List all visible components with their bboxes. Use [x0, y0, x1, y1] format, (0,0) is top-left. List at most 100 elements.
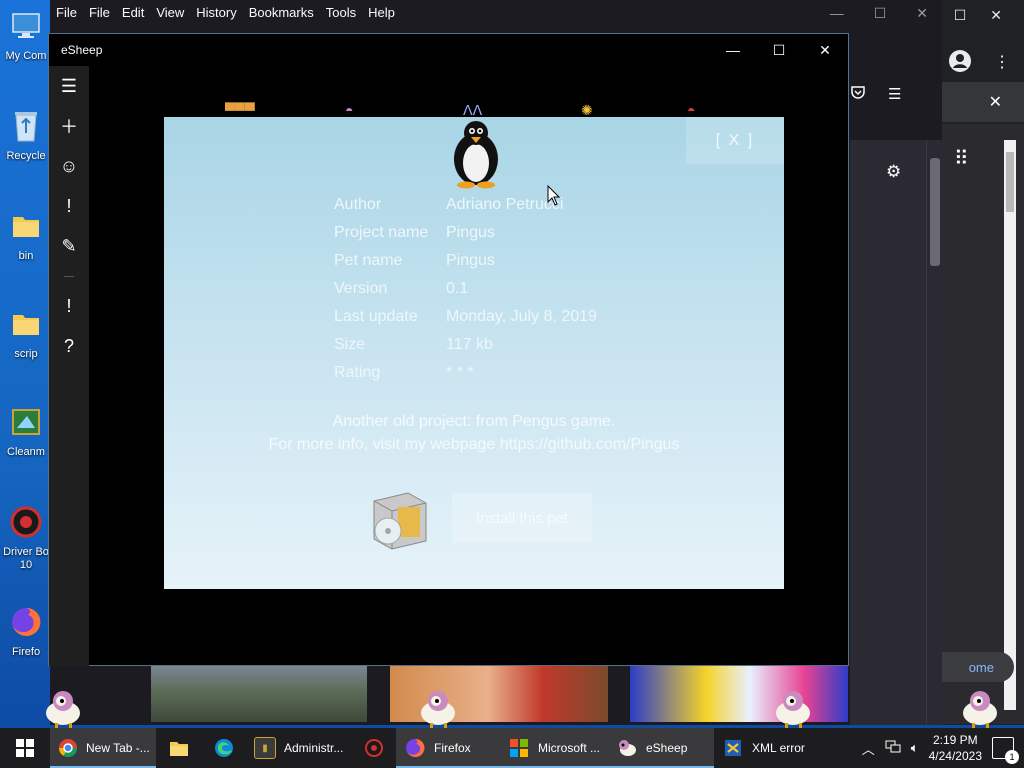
desktop-icon-driver-booster[interactable]: Driver Bo 10	[0, 502, 52, 582]
new-tab-thumbnail[interactable]	[630, 666, 848, 722]
install-package-icon	[364, 483, 434, 553]
taskbar-item-edge[interactable]	[202, 728, 246, 768]
field-value: 117 kb	[446, 336, 493, 353]
info-row-last-update: Last update Monday, July 8, 2019	[334, 303, 597, 331]
start-button[interactable]	[0, 728, 50, 768]
taskbar-item-firefox[interactable]: Firefox	[396, 728, 500, 768]
close-icon[interactable]: ✕	[802, 34, 848, 66]
taskbar-item-label: New Tab -...	[86, 741, 150, 755]
taskbar-item-chrome[interactable]: New Tab -...	[50, 728, 156, 768]
scrollbar-thumb[interactable]	[930, 158, 940, 266]
gear-icon[interactable]: ⚙	[886, 162, 901, 182]
smiley-icon[interactable]: ☺	[49, 146, 89, 186]
field-label: Version	[334, 280, 388, 297]
chrome-panel-header: ✕	[938, 82, 1024, 122]
sheep-icon[interactable]	[418, 689, 460, 729]
desktop-icon-scripts[interactable]: scrip	[0, 304, 52, 384]
file-explorer-icon	[168, 737, 190, 759]
window-title: eSheep	[61, 43, 103, 57]
pocket-icon[interactable]	[850, 84, 866, 104]
desktop-icon-bin[interactable]: bin	[0, 206, 52, 286]
help-icon[interactable]: ?	[49, 326, 89, 366]
desktop-icon-label: Cleanm	[7, 446, 45, 458]
field-label: Last update	[334, 308, 418, 325]
scrollbar-thumb[interactable]	[1006, 152, 1014, 212]
menu-bookmarks[interactable]: Bookmarks	[249, 5, 314, 20]
mouse-cursor-icon	[547, 185, 561, 206]
clock[interactable]: 2:19 PM 4/24/2023	[929, 732, 982, 764]
maximize-icon[interactable]: ☐	[874, 5, 887, 22]
menu-icon[interactable]: ☰	[49, 66, 89, 106]
menu-edit[interactable]: Edit	[122, 5, 144, 20]
pet-sprite-icon[interactable]: ◓	[345, 102, 353, 118]
pencil-icon[interactable]: ✎	[49, 226, 89, 266]
new-tab-thumbnail[interactable]	[151, 666, 367, 722]
chrome-content: ⠿ ome	[928, 124, 1024, 724]
pet-sprite-icon[interactable]: ◓	[687, 102, 695, 118]
scrollbar[interactable]	[1004, 140, 1016, 710]
field-value: Pingus	[446, 224, 495, 241]
close-icon[interactable]: ✕	[916, 5, 928, 22]
recycle-bin-icon	[9, 106, 43, 146]
taskbar-item-file-explorer[interactable]	[156, 728, 202, 768]
close-icon[interactable]: ✕	[989, 92, 1002, 112]
desktop-icons: My Com Recycle bin scrip Cleanm Driver B…	[0, 0, 52, 725]
exclamation-icon[interactable]: !	[49, 186, 89, 226]
field-label: Author	[334, 196, 382, 213]
volume-icon[interactable]: 🔈︎	[911, 740, 919, 756]
pet-sprite-icon[interactable]: ▀▀▀	[225, 102, 255, 118]
description-link-line[interactable]: For more info, visit my webpage https://…	[164, 433, 784, 456]
firefox-icon	[404, 737, 426, 759]
menu-help[interactable]: Help	[368, 5, 395, 20]
sheep-icon[interactable]	[773, 689, 815, 729]
minimize-icon[interactable]: —	[830, 5, 844, 22]
install-pet-button[interactable]: Install this pet	[452, 493, 592, 543]
scrollbar[interactable]	[926, 140, 942, 725]
chevron-up-icon[interactable]: ︿	[862, 739, 875, 758]
taskbar-item-label: Administr...	[284, 741, 344, 755]
close-panel-button[interactable]: [ X ]	[686, 117, 784, 164]
minimize-icon[interactable]: —	[710, 34, 756, 66]
profile-icon[interactable]	[948, 49, 972, 76]
info-row-pet-name: Pet name Pingus	[334, 247, 597, 275]
esheep-side-rail: ☰ ＋ ☺ ! ✎ ! ?	[49, 66, 89, 666]
sheep-icon[interactable]	[43, 689, 85, 729]
taskbar: New Tab -... ▮ Administr... Firefox Micr…	[0, 728, 1024, 768]
menu-history[interactable]: History	[196, 5, 236, 20]
menu-view[interactable]: View	[156, 5, 184, 20]
hamburger-menu-icon[interactable]: ☰	[888, 85, 901, 103]
menu-file[interactable]: File	[89, 5, 110, 20]
rating-stars: * * *	[446, 364, 474, 381]
pet-info-fields: Author Adriano Petrucci Project name Pin…	[334, 191, 597, 387]
desktop-icon-recycle-bin[interactable]: Recycle	[0, 106, 52, 186]
desktop-icon-firefox[interactable]: Firefo	[0, 602, 52, 682]
taskbar-item-administrator[interactable]: ▮ Administr...	[246, 728, 352, 768]
esheep-window-controls: — ☐ ✕	[710, 34, 848, 66]
desktop-icon-cleanmgr[interactable]: Cleanm	[0, 402, 52, 482]
network-icon[interactable]	[885, 740, 901, 757]
sheep-icon[interactable]	[960, 689, 1002, 729]
close-icon[interactable]: ✕	[990, 7, 1002, 24]
maximize-icon[interactable]: ☐	[954, 7, 967, 24]
taskbar-item-xml-error[interactable]: XML error	[714, 728, 818, 768]
taskbar-item-driver-booster[interactable]	[352, 728, 396, 768]
info-row-project-name: Project name Pingus	[334, 219, 597, 247]
desktop-icon-label: Firefo	[11, 646, 41, 658]
taskbar-item-esheep[interactable]: eSheep	[608, 728, 714, 768]
field-label: Project name	[334, 224, 429, 241]
add-icon[interactable]: ＋	[49, 106, 89, 146]
exclamation-icon[interactable]: !	[49, 286, 89, 326]
field-value: Pingus	[446, 252, 495, 269]
menu-file-overlap[interactable]: File	[56, 5, 77, 20]
firefox-menubar: File File Edit View History Bookmarks To…	[50, 0, 942, 24]
desktop-icon-label: My Com	[5, 50, 47, 62]
desktop-icon-computer[interactable]: My Com	[0, 6, 52, 86]
apps-grid-icon[interactable]: ⠿	[954, 146, 969, 171]
notification-center-icon[interactable]: 1	[992, 737, 1019, 764]
field-label: Pet name	[334, 252, 403, 269]
edge-icon	[213, 737, 235, 759]
taskbar-item-microsoft-store[interactable]: Microsoft ...	[500, 728, 608, 768]
maximize-icon[interactable]: ☐	[756, 34, 802, 66]
more-options-icon[interactable]: ⋮	[994, 52, 1010, 72]
menu-tools[interactable]: Tools	[326, 5, 356, 20]
